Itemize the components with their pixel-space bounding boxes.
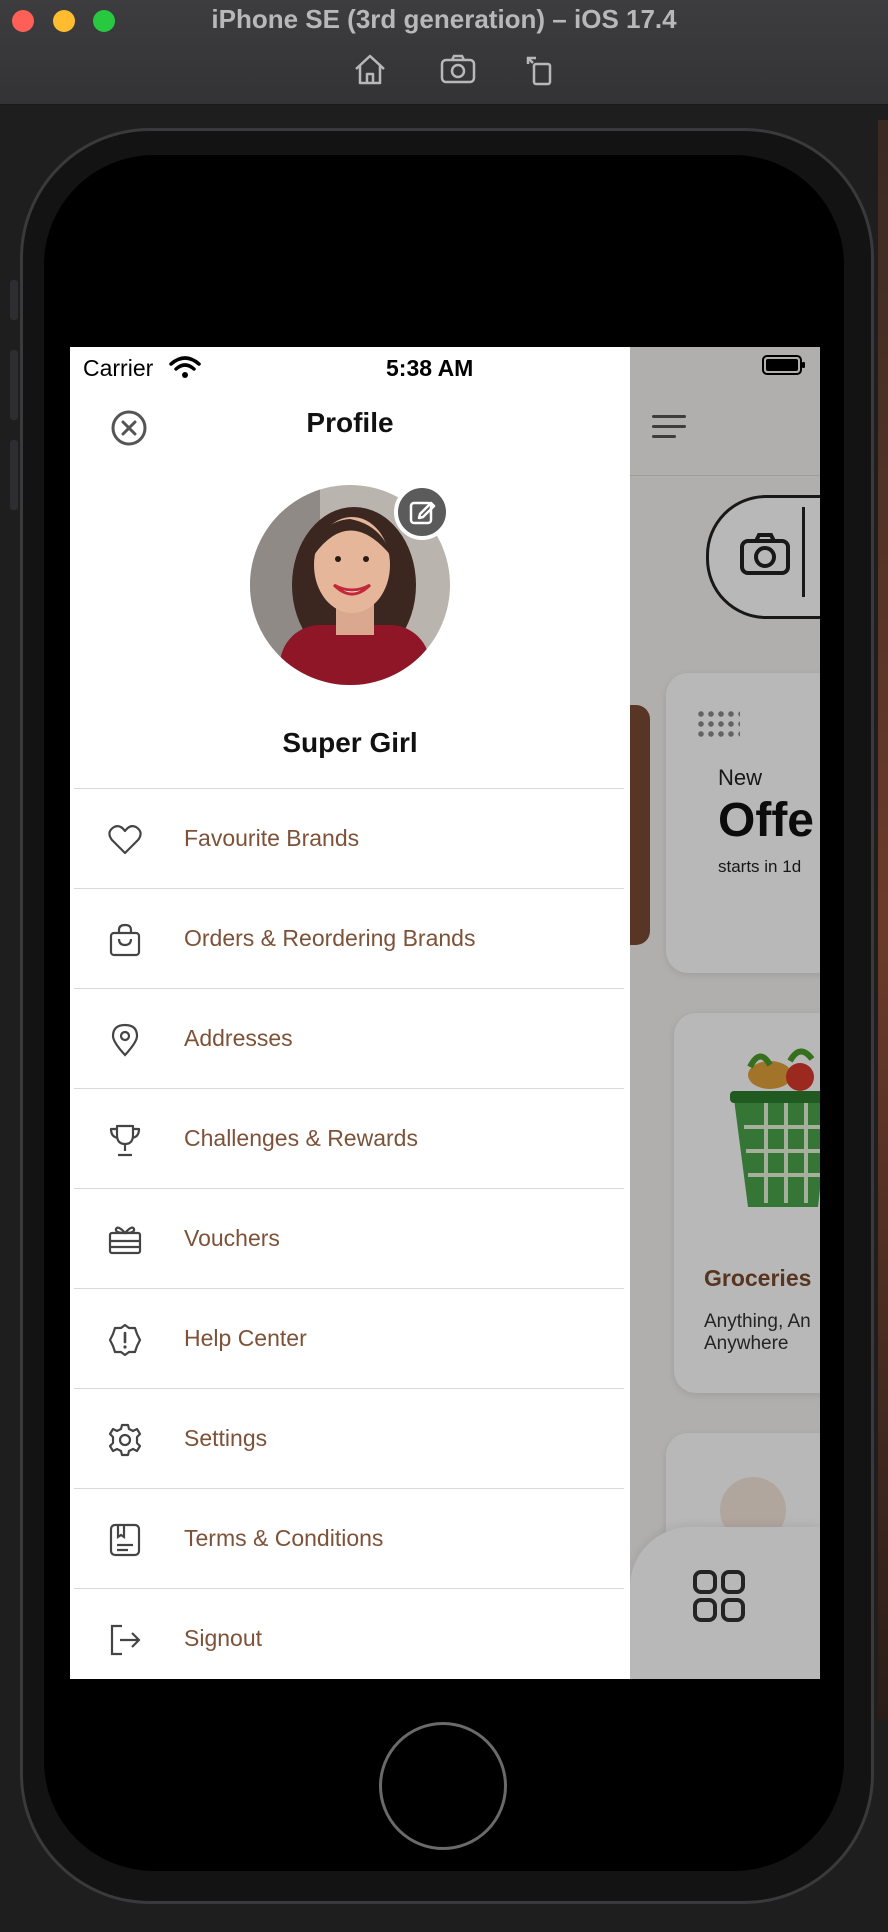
menu-label: Help Center bbox=[184, 1325, 307, 1351]
gift-card-icon bbox=[108, 1223, 142, 1257]
volume-down-button bbox=[10, 440, 18, 510]
menu-item-orders[interactable]: Orders & Reordering Brands bbox=[74, 888, 624, 988]
profile-menu: Favourite Brands Orders & Reordering Bra… bbox=[74, 788, 624, 1679]
menu-item-terms[interactable]: Terms & Conditions bbox=[74, 1488, 624, 1588]
menu-label: Favourite Brands bbox=[184, 825, 360, 851]
wifi-icon bbox=[169, 355, 201, 379]
logout-icon bbox=[108, 1623, 142, 1657]
menu-item-help-center[interactable]: Help Center bbox=[74, 1288, 624, 1388]
shopping-bag-icon bbox=[108, 923, 142, 957]
menu-item-challenges[interactable]: Challenges & Rewards bbox=[74, 1088, 624, 1188]
screenshot-icon[interactable] bbox=[438, 50, 478, 88]
trophy-icon bbox=[108, 1123, 142, 1157]
user-name: Super Girl bbox=[282, 727, 418, 758]
carrier-label: Carrier bbox=[83, 355, 154, 381]
heart-icon bbox=[108, 823, 142, 857]
menu-label: Signout bbox=[184, 1625, 263, 1651]
status-time: 5:38 AM bbox=[386, 355, 474, 381]
device-screen: New Offe starts in 1d Groceries Anything… bbox=[70, 347, 820, 1679]
menu-item-vouchers[interactable]: Vouchers bbox=[74, 1188, 624, 1288]
menu-label: Challenges & Rewards bbox=[184, 1125, 418, 1151]
status-bar: Carrier 5:38 AM bbox=[70, 347, 630, 387]
volume-up-button bbox=[10, 350, 18, 420]
simulator-title-bar: iPhone SE (3rd generation) – iOS 17.4 bbox=[0, 0, 888, 105]
profile-drawer: Carrier 5:38 AM Profile Super Girl Favou… bbox=[70, 347, 630, 1679]
window-title: iPhone SE (3rd generation) – iOS 17.4 bbox=[211, 4, 677, 34]
menu-item-addresses[interactable]: Addresses bbox=[74, 988, 624, 1088]
home-button[interactable] bbox=[379, 1722, 507, 1850]
drawer-overlay[interactable] bbox=[630, 347, 820, 1679]
menu-label: Addresses bbox=[184, 1025, 293, 1051]
menu-label: Orders & Reordering Brands bbox=[184, 925, 476, 951]
menu-label: Terms & Conditions bbox=[184, 1525, 384, 1551]
gear-icon bbox=[108, 1423, 142, 1457]
menu-label: Vouchers bbox=[184, 1225, 280, 1251]
rotate-icon[interactable] bbox=[520, 50, 560, 88]
help-alert-icon bbox=[108, 1323, 142, 1357]
battery-icon bbox=[762, 355, 806, 375]
location-pin-icon bbox=[108, 1023, 142, 1057]
desktop-edge bbox=[878, 120, 888, 1720]
page-title: Profile bbox=[306, 407, 394, 438]
document-icon bbox=[108, 1523, 142, 1557]
menu-label: Settings bbox=[184, 1425, 268, 1451]
menu-item-settings[interactable]: Settings bbox=[74, 1388, 624, 1488]
menu-item-signout[interactable]: Signout bbox=[74, 1588, 624, 1679]
home-icon[interactable] bbox=[350, 50, 390, 88]
edit-avatar-button[interactable] bbox=[394, 484, 450, 540]
mute-switch bbox=[10, 280, 18, 320]
menu-item-favourite-brands[interactable]: Favourite Brands bbox=[74, 788, 624, 888]
